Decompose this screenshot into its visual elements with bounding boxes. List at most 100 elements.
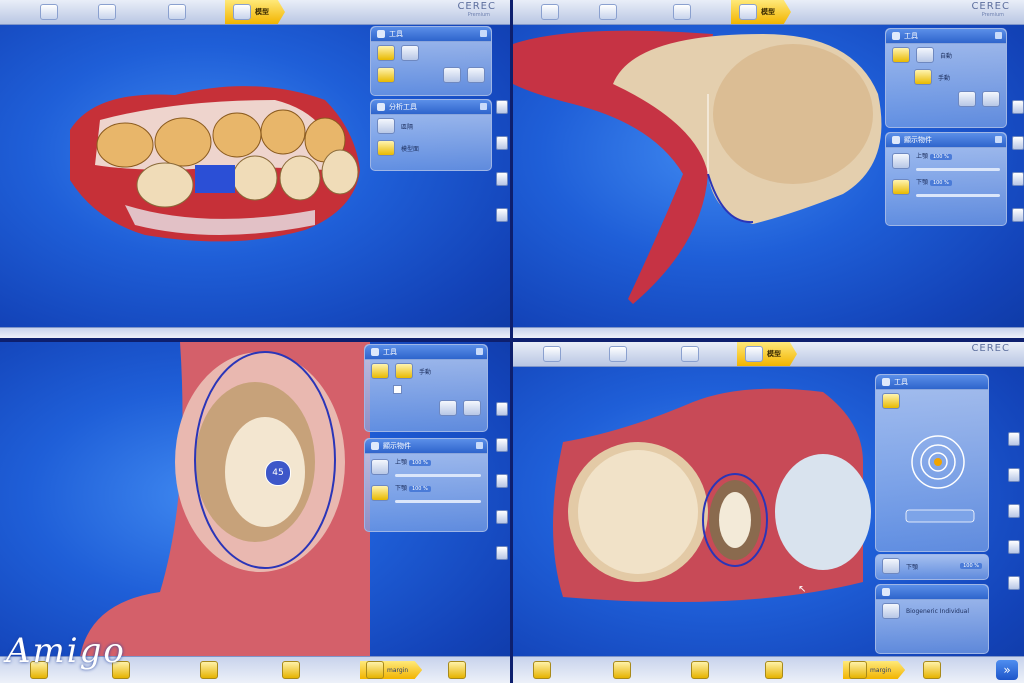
upper-jaw-icon[interactable] bbox=[892, 153, 910, 169]
step-acquisition[interactable] bbox=[168, 0, 190, 24]
tool-manual[interactable]: 手動 bbox=[365, 360, 487, 382]
step-setup[interactable] bbox=[98, 0, 120, 24]
analysis-item[interactable]: 模型面 bbox=[371, 137, 491, 159]
view-icon[interactable] bbox=[496, 438, 508, 452]
setup-icon bbox=[98, 4, 116, 20]
step-admin[interactable] bbox=[541, 0, 563, 24]
step-acquisition[interactable] bbox=[681, 342, 703, 366]
undo-button[interactable] bbox=[443, 67, 461, 83]
view-icon[interactable] bbox=[1012, 100, 1024, 114]
tool-rotate-button[interactable] bbox=[401, 45, 419, 61]
view-icon[interactable] bbox=[1008, 432, 1020, 446]
view-icon[interactable] bbox=[1008, 504, 1020, 518]
admin-icon bbox=[541, 4, 559, 20]
lower-jaw-icon[interactable] bbox=[882, 558, 900, 574]
collapse-icon[interactable] bbox=[995, 136, 1002, 143]
view-icon[interactable] bbox=[496, 510, 508, 524]
view-icon[interactable] bbox=[496, 208, 508, 222]
tools-icon bbox=[892, 32, 900, 40]
preparation-margin-view[interactable] bbox=[80, 342, 370, 657]
display-icon bbox=[892, 136, 900, 144]
step-admin[interactable] bbox=[40, 0, 62, 24]
view-icon[interactable] bbox=[1012, 208, 1024, 222]
view-icon[interactable] bbox=[496, 546, 508, 560]
lower-opacity-slider[interactable] bbox=[916, 194, 1000, 197]
tools-panel: 工具 bbox=[875, 374, 989, 552]
tooth-icon bbox=[882, 603, 900, 619]
phase-step[interactable] bbox=[613, 661, 634, 679]
phase-step[interactable] bbox=[691, 661, 712, 679]
lower-jaw-icon[interactable] bbox=[371, 485, 389, 501]
view-icon[interactable] bbox=[496, 172, 508, 186]
tool-cut-button[interactable] bbox=[377, 67, 395, 83]
view-icon[interactable] bbox=[1012, 136, 1024, 150]
margin-icon bbox=[366, 661, 384, 679]
view-icon[interactable] bbox=[496, 136, 508, 150]
view-icon[interactable] bbox=[1008, 576, 1020, 590]
phase-step[interactable] bbox=[923, 661, 944, 679]
tool-manual[interactable]: 手動 bbox=[886, 66, 1006, 88]
checkbox[interactable] bbox=[393, 385, 402, 394]
arch-margin-view[interactable] bbox=[543, 382, 893, 632]
step-setup[interactable] bbox=[609, 342, 631, 366]
redo-button[interactable] bbox=[463, 400, 481, 416]
insertion-axis-target[interactable] bbox=[876, 412, 986, 532]
step-acquisition[interactable] bbox=[673, 0, 695, 24]
phase-step-margin[interactable]: margin bbox=[843, 661, 906, 679]
upper-opacity-slider[interactable] bbox=[916, 168, 1000, 171]
view-icon[interactable] bbox=[1008, 540, 1020, 554]
side-toolbar bbox=[1012, 100, 1024, 222]
view-icon[interactable] bbox=[1012, 172, 1024, 186]
step-model[interactable]: 模型 bbox=[737, 342, 797, 366]
tool-auto[interactable]: 自動 bbox=[886, 44, 1006, 66]
checkbox-row[interactable] bbox=[365, 382, 487, 397]
brand-sub: Premium bbox=[467, 12, 490, 18]
next-step-button[interactable]: » bbox=[996, 660, 1018, 680]
phase-step[interactable] bbox=[765, 661, 786, 679]
screen-top-right: 模型 CEREC Premium 工具 自動 手動 顯示物件 上顎 100 % … bbox=[513, 0, 1024, 338]
upper-jaw-icon[interactable] bbox=[371, 459, 389, 475]
lower-opacity-slider[interactable] bbox=[395, 500, 481, 503]
distance-icon bbox=[377, 118, 395, 134]
redo-button[interactable] bbox=[467, 67, 485, 83]
view-icon[interactable] bbox=[1008, 468, 1020, 482]
insertion-axis-button[interactable] bbox=[882, 393, 900, 409]
collapse-icon[interactable] bbox=[480, 103, 487, 110]
tools-panel: 工具 手動 bbox=[364, 344, 488, 432]
collapse-icon[interactable] bbox=[476, 348, 483, 355]
upper-opacity-slider[interactable] bbox=[395, 474, 481, 477]
collapse-icon[interactable] bbox=[480, 30, 487, 37]
dental-scan-3d[interactable] bbox=[55, 70, 375, 260]
phase-step[interactable] bbox=[448, 661, 469, 679]
step-model[interactable]: 模型 bbox=[731, 0, 791, 24]
view-icon[interactable] bbox=[496, 100, 508, 114]
phase-step[interactable] bbox=[533, 661, 554, 679]
phase-step-margin[interactable]: margin bbox=[360, 661, 423, 679]
step-setup[interactable] bbox=[599, 0, 621, 24]
phase-step[interactable] bbox=[282, 661, 303, 679]
lower-jaw-icon[interactable] bbox=[892, 179, 910, 195]
setup-icon bbox=[609, 346, 627, 362]
display-icon bbox=[371, 442, 379, 450]
step-admin[interactable] bbox=[543, 342, 565, 366]
collapse-icon[interactable] bbox=[995, 32, 1002, 39]
analysis-item[interactable]: 區隔 bbox=[371, 115, 491, 137]
tooth-number-badge: 45 bbox=[265, 460, 291, 486]
tooth-margin-view[interactable] bbox=[513, 24, 893, 314]
collapse-icon[interactable] bbox=[476, 442, 483, 449]
undo-button[interactable] bbox=[439, 400, 457, 416]
phase-step[interactable] bbox=[200, 661, 221, 679]
undo-button[interactable] bbox=[958, 91, 976, 107]
phase-icon bbox=[613, 661, 631, 679]
step-model[interactable]: 模型 bbox=[225, 0, 285, 24]
view-icon[interactable] bbox=[496, 402, 508, 416]
margin-icon bbox=[849, 661, 867, 679]
bottom-bar bbox=[0, 327, 510, 338]
view-icon[interactable] bbox=[496, 474, 508, 488]
lower-opacity-value: 100 % bbox=[960, 563, 982, 569]
tools-icon bbox=[882, 378, 890, 386]
redo-button[interactable] bbox=[982, 91, 1000, 107]
tool-select-button[interactable] bbox=[377, 45, 395, 61]
step-bar: 模型 CEREC bbox=[513, 342, 1024, 367]
analysis-tools-panel: 分析工具 區隔 模型面 bbox=[370, 99, 492, 171]
